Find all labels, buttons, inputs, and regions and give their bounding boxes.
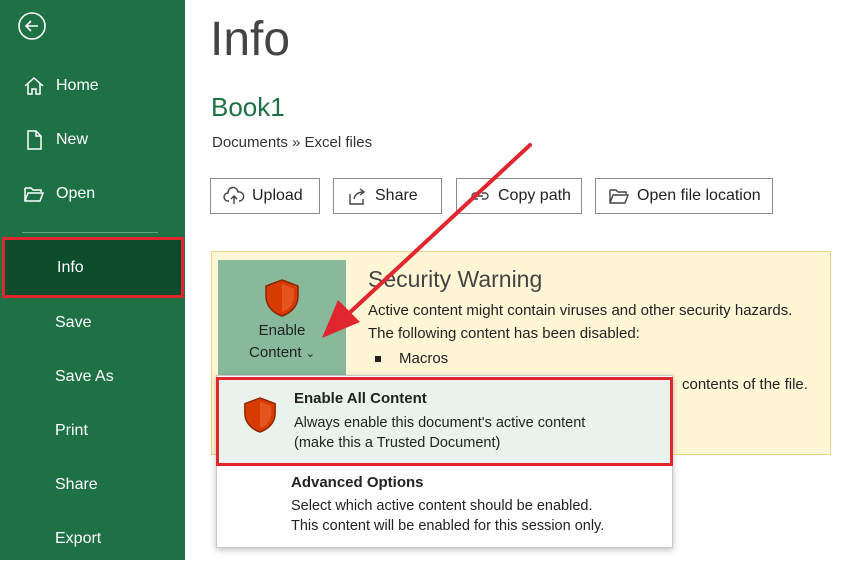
open-file-location-label: Open file location <box>637 187 761 204</box>
nav-share-label: Share <box>55 476 98 493</box>
copy-path-button[interactable]: Copy path <box>456 178 582 214</box>
security-warning-line3: contents of the file. <box>682 376 808 393</box>
nav-home[interactable]: Home <box>0 64 185 108</box>
nav-export[interactable]: Export <box>0 517 185 561</box>
enable-all-content-option[interactable]: Enable All Content Always enable this do… <box>216 377 673 466</box>
nav-share[interactable]: Share <box>0 463 185 507</box>
nav-save-as[interactable]: Save As <box>0 355 185 399</box>
enable-all-content-desc2: (make this a Trusted Document) <box>294 435 501 451</box>
shield-icon <box>265 279 299 317</box>
nav-save[interactable]: Save <box>0 301 185 345</box>
nav-new[interactable]: New <box>0 118 185 162</box>
open-file-location-button[interactable]: Open file location <box>595 178 773 214</box>
nav-new-label: New <box>56 131 89 148</box>
disabled-content-item: Macros <box>375 350 448 367</box>
enable-content-label-line1: Enable <box>258 322 306 339</box>
nav-info[interactable]: Info <box>2 237 184 298</box>
security-warning-line1: Active content might contain viruses and… <box>368 302 793 319</box>
nav-open[interactable]: Open <box>0 172 185 216</box>
chevron-down-icon: ⌄ <box>305 348 315 360</box>
back-button[interactable] <box>17 11 47 41</box>
nav-print-label: Print <box>55 422 88 439</box>
workbook-name: Book1 <box>211 92 285 122</box>
home-icon <box>22 74 46 98</box>
enable-all-content-desc1: Always enable this document's active con… <box>294 415 586 431</box>
advanced-options-desc2: This content will be enabled for this se… <box>291 518 605 534</box>
enable-all-content-title: Enable All Content <box>294 390 427 407</box>
new-document-icon <box>22 128 46 152</box>
copy-path-label: Copy path <box>498 187 571 204</box>
upload-cloud-icon <box>223 185 245 207</box>
nav-print[interactable]: Print <box>0 409 185 453</box>
link-icon <box>469 185 491 207</box>
breadcrumb-path: Documents » Excel files <box>212 134 373 151</box>
nav-export-label: Export <box>55 530 102 547</box>
nav-home-label: Home <box>56 77 99 94</box>
nav-info-label: Info <box>57 258 84 276</box>
shield-icon <box>244 397 276 433</box>
share-label: Share <box>375 187 418 204</box>
backstage-sidebar: Home New Open Info Save Save As Print Sh… <box>0 0 185 560</box>
advanced-options-desc1: Select which active content should be en… <box>291 498 593 514</box>
security-warning-line2: The following content has been disabled: <box>368 325 640 342</box>
page-title: Info <box>210 13 291 66</box>
nav-open-label: Open <box>56 185 96 202</box>
folder-icon <box>608 185 630 207</box>
security-warning-title: Security Warning <box>368 266 543 292</box>
bullet-icon <box>375 356 381 363</box>
nav-divider <box>22 232 158 233</box>
advanced-options-title[interactable]: Advanced Options <box>291 474 424 491</box>
share-icon <box>346 185 368 207</box>
open-folder-icon <box>22 182 46 206</box>
upload-button[interactable]: Upload <box>210 178 320 214</box>
nav-save-as-label: Save As <box>55 368 114 385</box>
back-arrow-icon <box>18 12 46 40</box>
upload-label: Upload <box>252 187 303 204</box>
share-button[interactable]: Share <box>333 178 442 214</box>
enable-content-label-line2: Content ⌄ <box>249 344 315 361</box>
enable-content-button[interactable]: Enable Content ⌄ <box>218 260 346 380</box>
nav-save-label: Save <box>55 314 92 331</box>
